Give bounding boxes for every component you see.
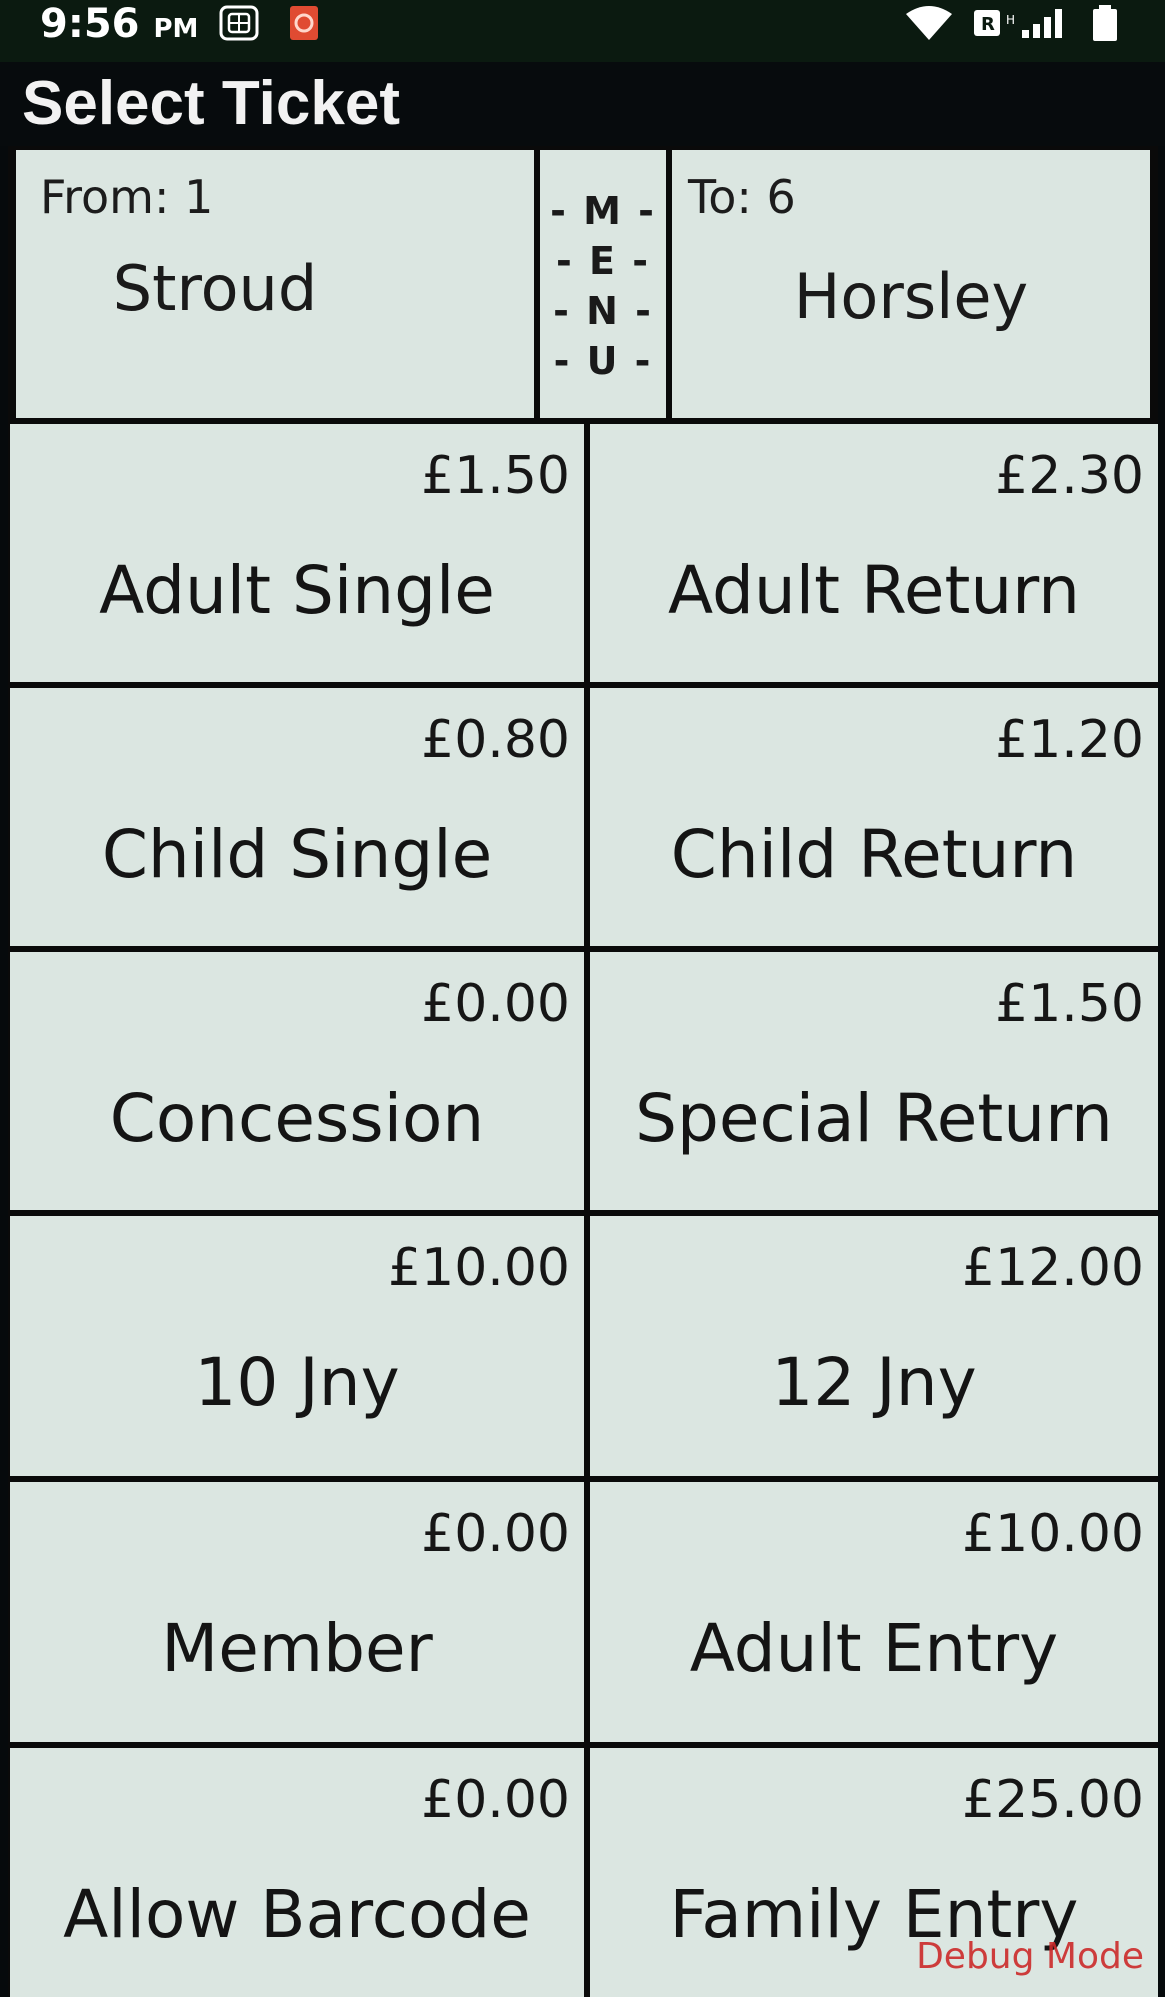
status-bar: 9:56 PM R H: [0, 0, 1165, 62]
from-station-name: Stroud: [112, 252, 318, 325]
sim-card-icon: [219, 5, 259, 41]
ticket-concession-button[interactable]: £0.00 Concession: [10, 952, 584, 1210]
ticket-name: 10 Jny: [194, 1344, 400, 1421]
ticket-adult-single-button[interactable]: £1.50 Adult Single: [10, 424, 584, 682]
ticket-name: Child Single: [101, 816, 493, 893]
ticket-special-return-button[interactable]: £1.50 Special Return: [590, 952, 1158, 1210]
ticket-adult-entry-button[interactable]: £10.00 Adult Entry: [590, 1482, 1158, 1742]
svg-text:R: R: [981, 14, 995, 35]
ticket-name: Allow Barcode: [63, 1876, 531, 1953]
ticket-12-jny-button[interactable]: £12.00 12 Jny: [590, 1216, 1158, 1476]
ticket-name: Adult Return: [668, 552, 1080, 629]
title-bar: Select Ticket: [0, 62, 1165, 146]
ticket-allow-barcode-button[interactable]: £0.00 Allow Barcode: [10, 1748, 584, 1997]
ticket-name: Special Return: [635, 1080, 1113, 1157]
menu-letter: - U -: [553, 339, 653, 383]
to-station-button[interactable]: To: 6 Horsley: [672, 150, 1150, 418]
ticket-name: Concession: [109, 1080, 485, 1157]
ticket-price: £10.00: [962, 1504, 1144, 1564]
ticket-family-entry-button[interactable]: £25.00 Family Entry Debug Mode: [590, 1748, 1158, 1997]
ticket-name: Adult Single: [99, 552, 495, 629]
ticket-price: £0.00: [421, 974, 570, 1034]
ticket-app-screen: 9:56 PM R H Select Ticket From: 1 Stroud…: [0, 0, 1165, 1997]
ticket-name: Member: [161, 1610, 433, 1687]
ticket-price: £1.50: [995, 974, 1144, 1034]
ticket-name: Adult Entry: [689, 1610, 1059, 1687]
ticket-price: £10.00: [388, 1238, 570, 1298]
from-station-label: From: 1: [40, 170, 214, 224]
ticket-price: £1.20: [995, 710, 1144, 770]
battery-icon: [1093, 5, 1117, 41]
status-time: 9:56 PM: [40, 2, 198, 51]
ticket-grid: From: 1 Stroud - M - - E - - N - - U - T…: [8, 146, 1158, 1997]
menu-letter: - E -: [556, 239, 650, 283]
ticket-price: £0.80: [421, 710, 570, 770]
wifi-icon: [906, 6, 952, 40]
svg-text:H: H: [1006, 13, 1015, 27]
ticket-name: 12 Jny: [771, 1344, 977, 1421]
app-notification-icon: [290, 6, 318, 40]
status-time-ampm: PM: [153, 14, 199, 44]
ticket-name: Child Return: [670, 816, 1078, 893]
status-time-value: 9:56: [40, 1, 140, 47]
menu-letter: - M -: [550, 189, 656, 233]
signal-icon: R H: [974, 9, 1062, 38]
ticket-member-button[interactable]: £0.00 Member: [10, 1482, 584, 1742]
page-title: Select Ticket: [22, 69, 400, 138]
from-station-button[interactable]: From: 1 Stroud: [16, 150, 534, 418]
ticket-price: £12.00: [962, 1238, 1144, 1298]
ticket-child-single-button[interactable]: £0.80 Child Single: [10, 688, 584, 946]
to-station-name: Horsley: [793, 260, 1029, 333]
menu-button[interactable]: - M - - E - - N - - U -: [540, 150, 666, 418]
debug-mode-label: Debug Mode: [916, 1936, 1144, 1977]
ticket-child-return-button[interactable]: £1.20 Child Return: [590, 688, 1158, 946]
ticket-price: £0.00: [421, 1504, 570, 1564]
ticket-adult-return-button[interactable]: £2.30 Adult Return: [590, 424, 1158, 682]
ticket-10-jny-button[interactable]: £10.00 10 Jny: [10, 1216, 584, 1476]
ticket-price: £25.00: [962, 1770, 1144, 1830]
menu-letters: - M - - E - - N - - U -: [540, 186, 666, 386]
ticket-price: £2.30: [995, 446, 1144, 506]
to-station-label: To: 6: [688, 170, 796, 224]
menu-letter: - N -: [553, 289, 653, 333]
ticket-price: £0.00: [421, 1770, 570, 1830]
ticket-price: £1.50: [421, 446, 570, 506]
